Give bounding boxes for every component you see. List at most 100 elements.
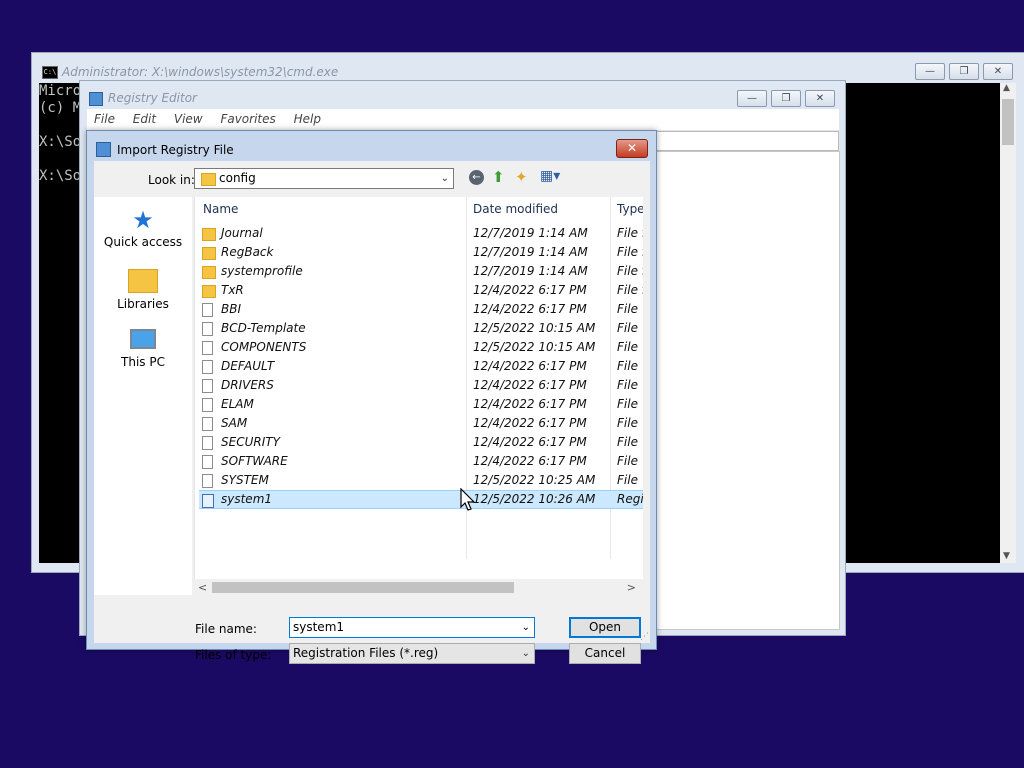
file-name: DEFAULT (221, 359, 275, 373)
cmd-title: Administrator: X:\windows\system32\cmd.e… (62, 65, 339, 79)
file-icon (202, 398, 213, 412)
file-name: BCD-Template (221, 321, 306, 335)
file-type: Regis (617, 492, 643, 506)
file-name: ELAM (221, 397, 254, 411)
column-header-date[interactable]: Date modified (473, 197, 558, 222)
import-registry-file-dialog: Import Registry File ✕ Look in: config ⌄… (86, 130, 657, 664)
menu-favorites[interactable]: Favorites (213, 109, 282, 129)
dialog-app-icon (96, 142, 111, 157)
file-row[interactable]: COMPONENTS 12/5/2022 10:15 AM File (199, 338, 643, 357)
folder-icon (202, 285, 216, 298)
file-list: ⌃ Name Date modified Type Journal 12/7/20… (194, 197, 643, 579)
regedit-minimize-button[interactable]: — (737, 90, 767, 107)
look-in-label: Look in: (148, 173, 195, 187)
file-type: File (617, 435, 638, 449)
menu-view[interactable]: View (167, 109, 210, 129)
file-row[interactable]: BCD-Template 12/5/2022 10:15 AM File (199, 319, 643, 338)
menu-help[interactable]: Help (287, 109, 328, 129)
file-type: File (617, 359, 638, 373)
file-date-modified: 12/4/2022 6:17 PM (473, 397, 587, 411)
files-of-type-label: Files of type: (195, 648, 272, 662)
place-quick-access[interactable]: ★ Quick access (94, 207, 192, 249)
chevron-down-icon[interactable]: ⌄ (441, 169, 449, 188)
up-folder-icon[interactable]: ⬆ (492, 168, 505, 186)
file-date-modified: 12/4/2022 6:17 PM (473, 359, 587, 373)
file-list-horizontal-scrollbar[interactable]: < > (194, 579, 642, 596)
file-row[interactable]: ELAM 12/4/2022 6:17 PM File (199, 395, 643, 414)
look-in-combobox[interactable]: config ⌄ (194, 168, 454, 189)
chevron-down-icon[interactable]: ⌄ (522, 618, 530, 637)
file-date-modified: 12/5/2022 10:15 AM (473, 321, 596, 335)
file-row[interactable]: SAM 12/4/2022 6:17 PM File (199, 414, 643, 433)
scroll-down-icon[interactable]: ▼ (1003, 551, 1010, 561)
file-row[interactable]: SOFTWARE 12/4/2022 6:17 PM File (199, 452, 643, 471)
file-name-input[interactable]: system1 ⌄ (289, 617, 535, 638)
file-type: File fo (617, 245, 643, 259)
regedit-title: Registry Editor (108, 91, 197, 105)
scroll-thumb[interactable] (1002, 99, 1014, 145)
cmd-vertical-scrollbar[interactable]: ▲ ▼ (1000, 83, 1016, 563)
place-libraries[interactable]: Libraries (94, 267, 192, 311)
cmd-minimize-button[interactable]: — (915, 63, 945, 80)
places-sidebar: ★ Quick access Libraries This PC (94, 197, 192, 595)
new-folder-icon[interactable]: ✦ (515, 168, 528, 186)
file-icon (202, 417, 213, 431)
file-date-modified: 12/7/2019 1:14 AM (473, 264, 588, 278)
file-row[interactable]: SECURITY 12/4/2022 6:17 PM File (199, 433, 643, 452)
dialog-close-button[interactable]: ✕ (616, 139, 648, 158)
file-row[interactable]: system1 12/5/2022 10:26 AM Regis (199, 490, 643, 509)
menu-edit[interactable]: Edit (126, 109, 163, 129)
menu-file[interactable]: File (87, 109, 122, 129)
file-name-label: File name: (195, 622, 257, 636)
file-icon (202, 322, 213, 336)
column-header-name[interactable]: Name (203, 197, 238, 222)
place-label: Libraries (117, 297, 169, 311)
file-date-modified: 12/4/2022 6:17 PM (473, 454, 587, 468)
regedit-close-button[interactable]: ✕ (805, 90, 835, 107)
scroll-thumb[interactable] (212, 582, 514, 593)
file-name: RegBack (221, 245, 274, 259)
file-row[interactable]: DRIVERS 12/4/2022 6:17 PM File (199, 376, 643, 395)
file-icon (202, 379, 213, 393)
resize-grip-icon[interactable]: ⋰ (640, 632, 649, 642)
file-date-modified: 12/4/2022 6:17 PM (473, 378, 587, 392)
file-name: SOFTWARE (221, 454, 288, 468)
scroll-right-icon[interactable]: > (627, 579, 636, 596)
file-name: systemprofile (221, 264, 303, 278)
scroll-up-icon[interactable]: ▲ (1003, 83, 1010, 93)
file-type: File (617, 454, 638, 468)
file-row[interactable]: TxR 12/4/2022 6:17 PM File fo (199, 281, 643, 300)
view-menu-icon[interactable]: ▦▾ (540, 168, 560, 184)
file-row[interactable]: SYSTEM 12/5/2022 10:25 AM File (199, 471, 643, 490)
regedit-restore-button[interactable]: ❐ (771, 90, 801, 107)
file-name: TxR (221, 283, 244, 297)
column-header-type[interactable]: Type (617, 197, 643, 222)
file-type: File (617, 321, 638, 335)
file-row[interactable]: DEFAULT 12/4/2022 6:17 PM File (199, 357, 643, 376)
place-this-pc[interactable]: This PC (94, 325, 192, 369)
cmd-restore-button[interactable]: ❐ (949, 63, 979, 80)
file-row[interactable]: RegBack 12/7/2019 1:14 AM File fo (199, 243, 643, 262)
regedit-app-icon (89, 92, 103, 106)
file-icon (202, 474, 213, 488)
back-icon[interactable]: ← (469, 170, 484, 185)
open-button[interactable]: Open (569, 617, 641, 638)
chevron-down-icon[interactable]: ⌄ (522, 644, 530, 663)
file-type: File (617, 397, 638, 411)
file-row[interactable]: Journal 12/7/2019 1:14 AM File fo (199, 224, 643, 243)
files-of-type-select[interactable]: Registration Files (*.reg) ⌄ (289, 643, 535, 664)
cancel-button[interactable]: Cancel (569, 643, 641, 664)
file-row[interactable]: BBI 12/4/2022 6:17 PM File (199, 300, 643, 319)
file-type: File (617, 378, 638, 392)
file-date-modified: 12/4/2022 6:17 PM (473, 283, 587, 297)
cmd-close-button[interactable]: ✕ (983, 63, 1013, 80)
scroll-left-icon[interactable]: < (198, 579, 207, 596)
file-date-modified: 12/5/2022 10:26 AM (473, 492, 596, 506)
mouse-cursor-icon (460, 488, 476, 511)
folder-icon (202, 247, 216, 260)
file-icon (202, 436, 213, 450)
place-label: This PC (121, 355, 165, 369)
file-row[interactable]: systemprofile 12/7/2019 1:14 AM File fo (199, 262, 643, 281)
file-date-modified: 12/7/2019 1:14 AM (473, 245, 588, 259)
file-type: File (617, 416, 638, 430)
